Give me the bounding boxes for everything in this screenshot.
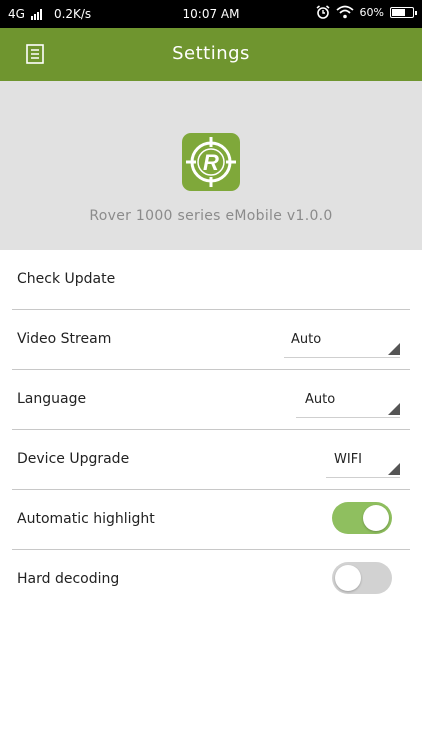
automatic-highlight-row: Automatic highlight	[12, 490, 410, 550]
video-stream-select[interactable]: Auto	[284, 329, 400, 358]
device-upgrade-row: Device Upgrade WIFI	[12, 430, 410, 490]
battery-percent: 60%	[359, 5, 384, 19]
app-info-banner: R Rover 1000 series eMobile v1.0.0	[0, 81, 422, 250]
app-logo: R	[182, 133, 240, 191]
language-select[interactable]: Auto	[296, 389, 400, 418]
app-version-caption: Rover 1000 series eMobile v1.0.0	[89, 208, 333, 224]
language-row: Language Auto	[12, 370, 410, 430]
check-update-label: Check Update	[17, 271, 116, 287]
check-update-row[interactable]: Check Update	[12, 250, 410, 310]
device-upgrade-select[interactable]: WIFI	[326, 449, 400, 478]
language-value: Auto	[305, 392, 336, 407]
dropdown-triangle-icon	[388, 463, 400, 475]
video-stream-row: Video Stream Auto	[12, 310, 410, 370]
device-upgrade-value: WIFI	[334, 452, 362, 467]
page-title: Settings	[172, 43, 250, 64]
hard-decoding-row: Hard decoding	[12, 550, 410, 609]
battery-fill	[392, 8, 406, 16]
dropdown-triangle-icon	[388, 403, 400, 415]
video-stream-value: Auto	[291, 332, 322, 347]
language-label: Language	[17, 391, 87, 407]
settings-list: Check Update Video Stream Auto Language …	[0, 250, 422, 609]
automatic-highlight-label: Automatic highlight	[17, 511, 155, 527]
logo-letter: R	[203, 150, 219, 175]
hard-decoding-label: Hard decoding	[17, 571, 120, 587]
alarm-icon	[316, 5, 330, 19]
app-bar: Settings	[0, 28, 422, 81]
status-bar: 4G 0.2K/s 10:07 AM 60%	[0, 0, 422, 28]
wifi-icon	[335, 5, 354, 19]
hard-decoding-toggle[interactable]	[332, 562, 392, 594]
battery-icon	[390, 6, 417, 18]
dropdown-triangle-icon	[388, 343, 400, 355]
video-stream-label: Video Stream	[17, 331, 112, 347]
toggle-knob	[335, 565, 361, 591]
toggle-knob	[363, 505, 389, 531]
automatic-highlight-toggle[interactable]	[332, 502, 392, 534]
device-upgrade-label: Device Upgrade	[17, 451, 130, 467]
status-right: 60%	[316, 5, 417, 19]
